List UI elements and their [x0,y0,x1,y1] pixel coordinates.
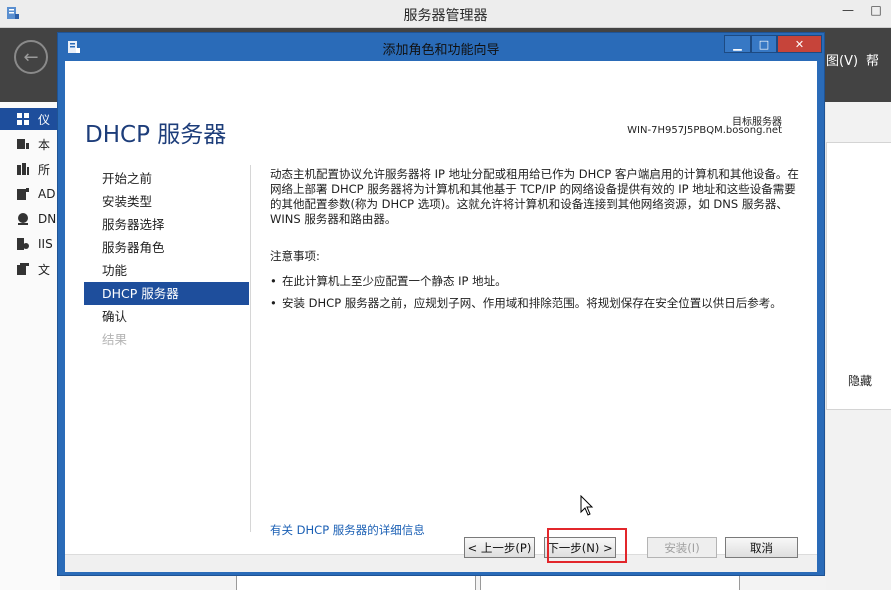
back-arrow-icon: ← [23,46,39,68]
list-item: • 在此计算机上至少应配置一个静态 IP 地址。 [270,274,805,289]
notes-title: 注意事项: [270,249,320,263]
nav-item-server-selection[interactable]: 服务器选择 [84,213,249,236]
close-icon: ✕ [794,37,805,51]
notes-list: • 在此计算机上至少应配置一个静态 IP 地址。 • 安装 DHCP 服务器之前，应… [270,274,805,311]
sidebar-item-local-server[interactable]: 本 [0,133,60,155]
sidebar-item-label: 所 [38,162,51,177]
nav-item-installation-type[interactable]: 安装类型 [84,190,249,213]
note-text: 安装 DHCP 服务器之前，应规划子网、作用域和排除范围。将规划保存在安全位置以… [282,296,782,310]
sidebar-item-files[interactable]: 文 [0,258,60,280]
server-manager-sidebar: 仪 本 所 AD DN IIS 文 [0,102,60,590]
bg-minimize-button[interactable]: — [834,0,862,20]
nav-item-features[interactable]: 功能 [84,259,249,282]
nav-item-results: 结果 [102,332,128,347]
sidebar-item-dns[interactable]: DN [0,208,60,230]
back-button[interactable]: ← [14,40,48,74]
install-button: 安装(I) [647,537,717,558]
bullet-icon: • [270,296,277,310]
minimize-button[interactable]: ▁ [724,35,751,53]
mouse-cursor-icon [580,495,594,516]
wizard-nav: 开始之前 安装类型 服务器选择 服务器角色 功能 DHCP 服务器 确认 结果 [84,167,249,351]
hide-link[interactable]: 隐藏 [848,372,872,389]
page-title: DHCP 服务器 [85,122,227,148]
ad-icon [17,188,29,200]
sidebar-item-ad[interactable]: AD [0,183,60,205]
sidebar-item-label: AD [38,187,56,201]
dialog-titlebar[interactable]: 添加角色和功能向导 ▁ □ ✕ [58,33,824,61]
minimize-icon: ▁ [733,37,742,51]
bg-tile [236,574,476,590]
description-text: 动态主机配置协议允许服务器将 IP 地址分配或租用给已作为 DHCP 客户端启用… [270,167,799,226]
sidebar-item-label: DN [38,212,57,226]
sidebar-item-iis[interactable]: IIS [0,233,60,255]
cancel-button[interactable]: 取消 [725,537,798,558]
target-server-value: WIN-7H957J5PBQM.bosong.net [627,125,782,136]
files-icon [17,263,29,275]
more-info-link[interactable]: 有关 DHCP 服务器的详细信息 [270,522,425,538]
maximize-icon: □ [758,37,770,51]
view-menu[interactable]: 图(V) [826,50,858,69]
iis-icon [17,238,29,250]
close-button[interactable]: ✕ [777,35,822,53]
nav-divider [250,165,251,532]
highlight-box [547,528,627,563]
content-panel: 动态主机配置协议允许服务器将 IP 地址分配或租用给已作为 DHCP 客户端启用… [270,167,805,318]
bg-maximize-button[interactable]: □ [862,0,890,20]
sidebar-item-label: 本 [38,137,51,152]
nav-item-dhcp-server[interactable]: DHCP 服务器 [84,282,249,305]
add-roles-wizard-dialog: 添加角色和功能向导 ▁ □ ✕ DHCP 服务器 目标服务器 WIN-7H957… [57,32,825,576]
previous-button[interactable]: < 上一步(P) [464,537,535,558]
sidebar-item-all-servers[interactable]: 所 [0,158,60,180]
sidebar-item-label: 文 [38,262,51,277]
maximize-button[interactable]: □ [751,35,777,53]
bg-tile [480,574,740,590]
server-manager-title: 服务器管理器 [403,8,488,24]
nav-item-server-roles[interactable]: 服务器角色 [84,236,249,259]
server-manager-titlebar: 服务器管理器 — □ [0,0,891,28]
sidebar-item-dashboard[interactable]: 仪 [0,108,60,130]
server-manager-tile [826,142,891,410]
dns-icon [18,213,28,225]
nav-item-confirmation[interactable]: 确认 [84,305,249,328]
help-menu[interactable]: 帮 [866,50,879,69]
sidebar-item-label: IIS [38,237,53,251]
servers-icon [17,163,29,175]
list-item: • 安装 DHCP 服务器之前，应规划子网、作用域和排除范围。将规划保存在安全位置… [270,296,805,311]
dialog-title: 添加角色和功能向导 [382,43,500,58]
sidebar-item-label: 仪 [38,112,51,127]
dashboard-icon [17,113,29,125]
server-icon [17,139,29,149]
nav-item-before-you-begin[interactable]: 开始之前 [84,167,249,190]
dialog-body: DHCP 服务器 目标服务器 WIN-7H957J5PBQM.bosong.ne… [65,61,817,572]
note-text: 在此计算机上至少应配置一个静态 IP 地址。 [282,274,507,288]
bullet-icon: • [270,274,277,288]
